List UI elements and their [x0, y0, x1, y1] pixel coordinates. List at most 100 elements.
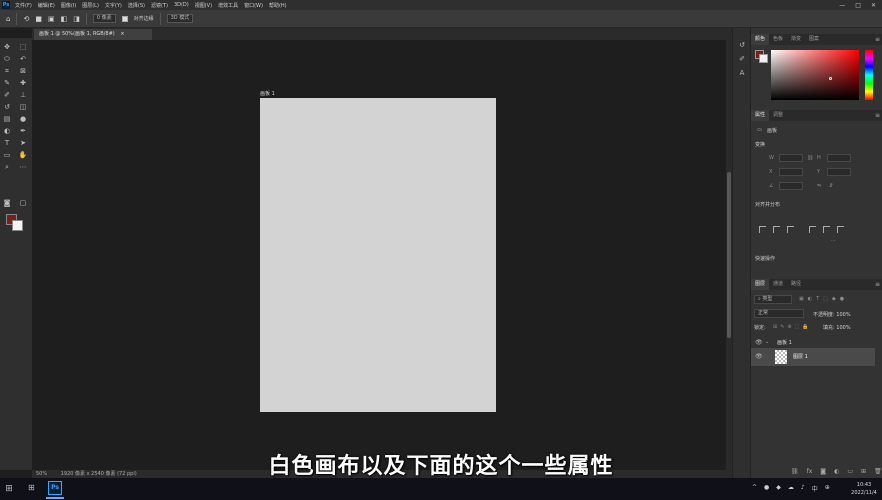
artboard-label[interactable]: 画板 1 [260, 90, 275, 97]
path-select-icon[interactable]: ➤ [18, 138, 28, 148]
expand-arrow-icon[interactable]: ⌄ [765, 339, 769, 345]
color-picker-field[interactable] [771, 50, 859, 100]
flip-horizontal-icon[interactable]: ⇋ [817, 183, 821, 189]
character-panel-icon[interactable]: A [737, 68, 747, 78]
panel-menu-icon[interactable]: ≡ [875, 34, 880, 45]
transform-section-title[interactable]: 变换 [755, 141, 765, 148]
blend-mode-select[interactable]: 正常 [754, 309, 804, 318]
tool-preset-icon[interactable]: ⟲ [23, 15, 29, 23]
type-tool-icon[interactable]: T [2, 138, 12, 148]
pen-tool-icon[interactable]: ✒ [18, 126, 28, 136]
eyedropper-tool-icon[interactable]: ✎ [2, 78, 12, 88]
layer-filter-icons[interactable]: ▣◐T⬚◆● [799, 296, 848, 302]
artboard-canvas[interactable] [260, 98, 496, 412]
photoshop-taskbar-icon[interactable]: Ps [48, 481, 62, 495]
add-selection-icon[interactable]: ▣ [48, 15, 55, 23]
subtract-selection-icon[interactable]: ◧ [61, 15, 68, 23]
menu-file[interactable]: 文件(F) [15, 2, 32, 9]
tray-expand-icon[interactable]: ^ [752, 484, 757, 493]
volume-icon[interactable]: ♪ [801, 484, 805, 493]
width-field[interactable]: 0 像素 [92, 14, 116, 23]
align-center-icon[interactable] [773, 226, 780, 233]
align-middle-icon[interactable] [823, 226, 830, 233]
menu-filter[interactable]: 滤镜(T) [151, 2, 168, 9]
move-tool-icon[interactable]: ✥ [2, 42, 12, 52]
menu-edit[interactable]: 编辑(E) [38, 2, 55, 9]
height-input[interactable] [827, 154, 851, 162]
align-edges-checkbox[interactable] [121, 15, 128, 22]
close-tab-icon[interactable]: × [120, 31, 124, 37]
stamp-tool-icon[interactable]: ⊥ [18, 90, 28, 100]
fill-field[interactable]: 填充: 100% [823, 324, 851, 331]
document-tab[interactable]: 画板 1 @ 50%(画板 1, RGB/8#) × [34, 29, 152, 40]
menu-plugins[interactable]: 增效工具 [218, 2, 238, 9]
brush-panel-icon[interactable]: ✐ [737, 54, 747, 64]
align-right-icon[interactable] [787, 226, 794, 233]
x-input[interactable] [779, 168, 803, 176]
more-options-icon[interactable]: ⋯ [831, 238, 836, 244]
home-icon[interactable]: ⌂ [6, 15, 10, 23]
panel-menu-icon[interactable]: ≡ [875, 279, 880, 290]
lasso-tool-icon[interactable]: ↶ [18, 54, 28, 64]
background-color-swatch[interactable] [12, 220, 23, 231]
color-picker-cursor[interactable] [829, 77, 832, 80]
healing-tool-icon[interactable]: ✚ [18, 78, 28, 88]
visibility-eye-icon[interactable]: 👁 [755, 353, 763, 360]
panel-background-swatch[interactable] [759, 54, 768, 63]
menu-3d[interactable]: 3D(D) [174, 2, 189, 8]
visibility-eye-icon[interactable]: 👁 [755, 339, 763, 346]
more-tools-icon[interactable]: ⋯ [18, 162, 28, 172]
screen-mode-icon[interactable]: ▢ [18, 198, 28, 208]
marquee-tool-icon[interactable]: ⬭ [2, 54, 12, 64]
history-brush-icon[interactable]: ↺ [2, 102, 12, 112]
eraser-tool-icon[interactable]: ◫ [18, 102, 28, 112]
taskbar-clock[interactable]: 10:43 2022/11/4 [848, 481, 880, 497]
task-view-icon[interactable]: ⊞ [28, 483, 35, 492]
menu-window[interactable]: 窗口(W) [244, 2, 263, 9]
scrollbar-thumb[interactable] [727, 172, 731, 338]
new-selection-icon[interactable]: ■ [35, 15, 42, 23]
menu-image[interactable]: 图像(I) [61, 2, 76, 9]
history-panel-icon[interactable]: ↺ [737, 40, 747, 50]
artboard-tool-icon[interactable]: ⬚ [18, 42, 28, 52]
input-method-icon[interactable]: 中 [812, 484, 818, 493]
tray-app-icon[interactable]: ● [764, 484, 769, 493]
tray-app-icon[interactable]: ◆ [776, 484, 781, 493]
layer-name[interactable]: 图层 1 [793, 353, 808, 360]
lock-icons[interactable]: ⊞✎⊕⬚🔒 [773, 324, 812, 330]
cloud-icon[interactable]: ☁ [788, 484, 794, 493]
panel-menu-icon[interactable]: ≡ [875, 110, 880, 121]
crop-tool-icon[interactable]: ⌗ [2, 66, 12, 76]
tab-layers[interactable]: 图层 [751, 279, 770, 290]
align-section-title[interactable]: 对齐并分布 [755, 201, 780, 208]
start-icon[interactable]: ⊞ [4, 484, 14, 494]
intersect-selection-icon[interactable]: ◨ [73, 15, 80, 23]
blur-tool-icon[interactable]: ● [18, 114, 28, 124]
layer-name[interactable]: 画板 1 [777, 339, 792, 346]
align-bottom-icon[interactable] [837, 226, 844, 233]
align-top-icon[interactable] [809, 226, 816, 233]
menu-view[interactable]: 视图(V) [195, 2, 212, 9]
tab-patterns[interactable]: 图案 [805, 34, 823, 45]
gradient-tool-icon[interactable]: ▤ [2, 114, 12, 124]
opacity-field[interactable]: 不透明度: 100% [813, 311, 851, 318]
3d-mode-button[interactable]: 3D 模式 [166, 14, 194, 23]
menu-help[interactable]: 帮助(H) [269, 2, 287, 9]
hand-tool-icon[interactable]: ✋ [18, 150, 28, 160]
layer-filter-select[interactable]: ⌕ 类型 [754, 295, 792, 304]
network-icon[interactable]: ⊕ [825, 484, 830, 493]
hue-slider[interactable] [865, 50, 873, 100]
tab-gradients[interactable]: 渐变 [787, 34, 805, 45]
shape-tool-icon[interactable]: ▭ [2, 150, 12, 160]
brush-tool-icon[interactable]: ✐ [2, 90, 12, 100]
quick-mask-icon[interactable]: ◙ [2, 198, 12, 208]
frame-tool-icon[interactable]: ⊠ [18, 66, 28, 76]
align-left-icon[interactable] [759, 226, 766, 233]
link-icon[interactable]: ⛓ [807, 155, 813, 161]
menu-select[interactable]: 选择(S) [128, 2, 145, 9]
width-input[interactable] [779, 154, 803, 162]
tab-swatches[interactable]: 色板 [769, 34, 787, 45]
maximize-icon[interactable]: □ [855, 2, 861, 9]
y-input[interactable] [827, 168, 851, 176]
zoom-tool-icon[interactable]: ⌕ [2, 162, 12, 172]
